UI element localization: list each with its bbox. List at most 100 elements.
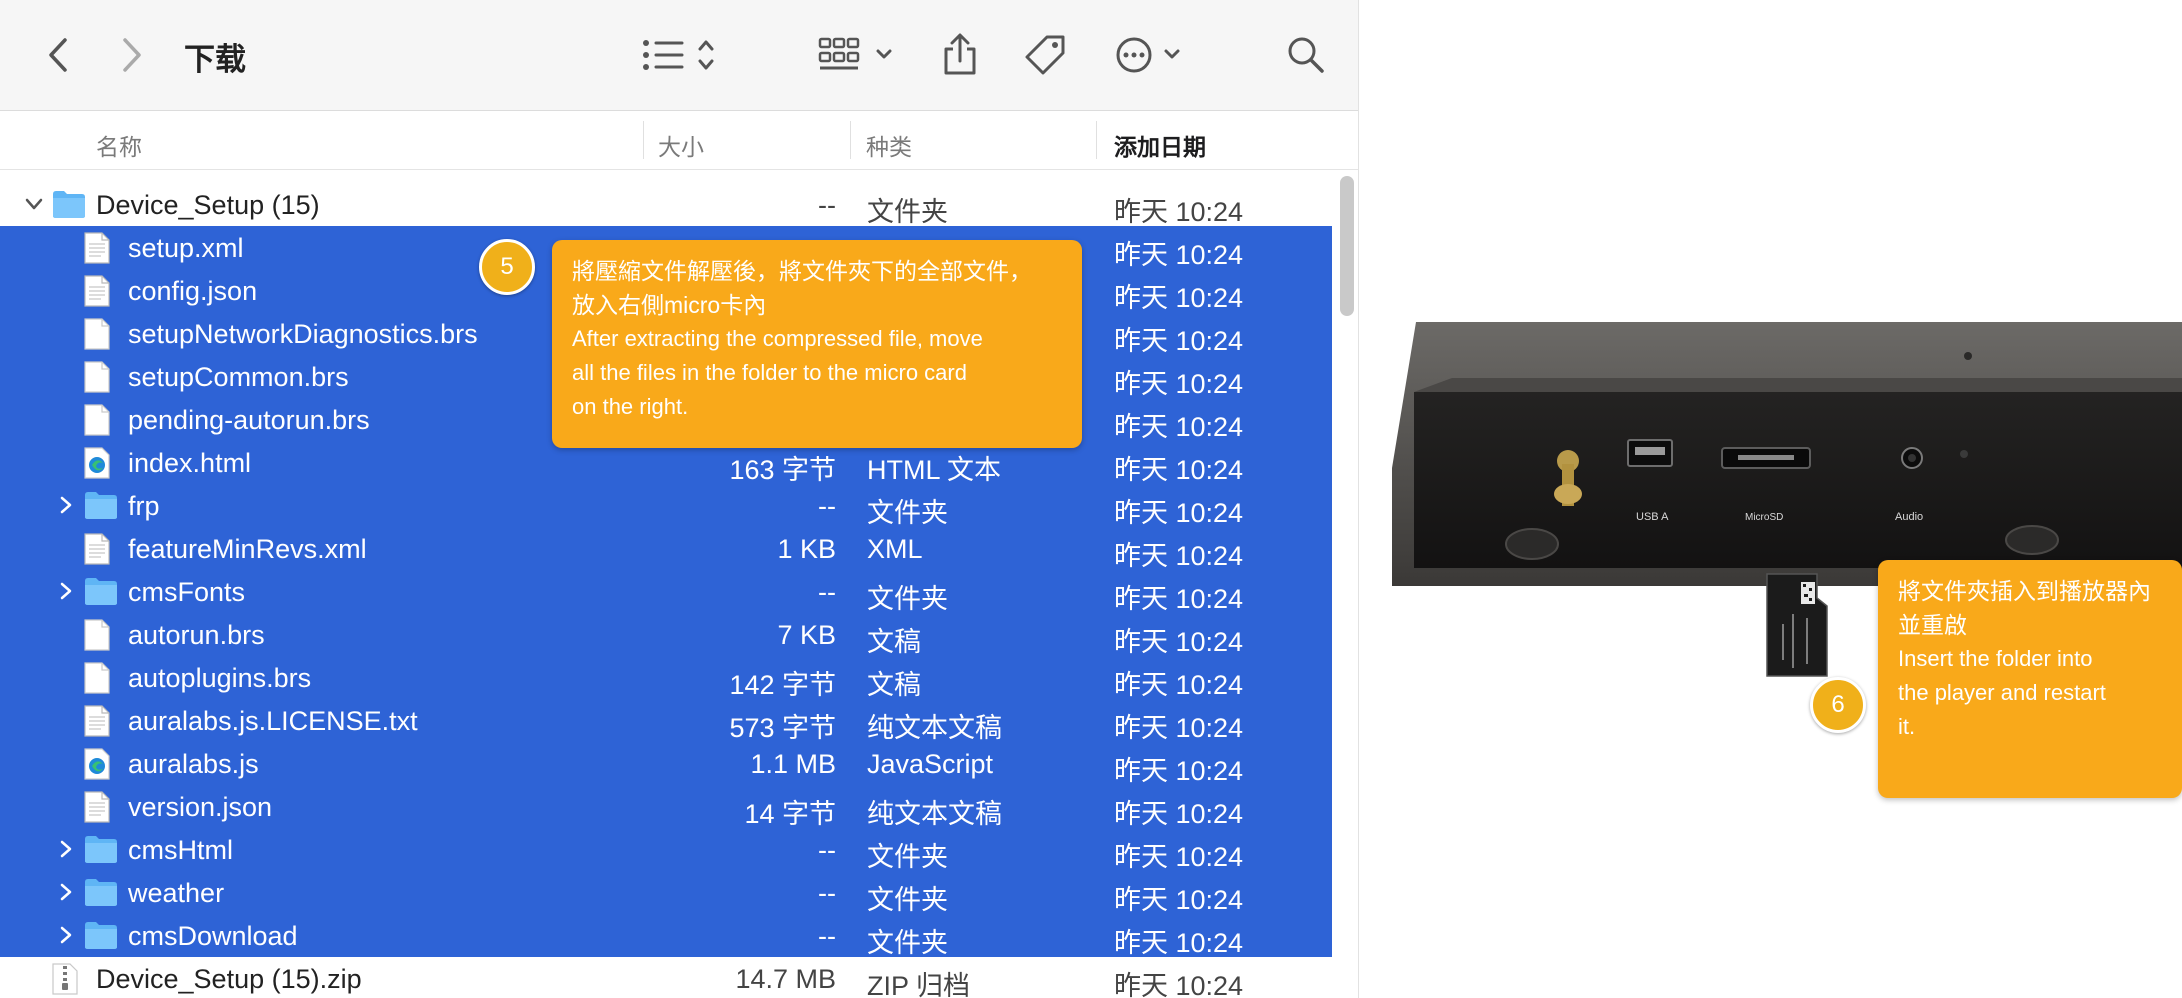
step-6-callout: 將文件夾插入到播放器內 並重啟 Insert the folder into t… [1878, 560, 2182, 798]
file-date-added: 昨天 10:24 [1114, 498, 1244, 528]
file-row[interactable]: frp -- 文件夹 昨天 10:24 [0, 484, 1332, 528]
column-divider[interactable] [1096, 121, 1097, 159]
file-kind: 纯文本文稿 [867, 713, 1002, 743]
file-kind: HTML 文本 [867, 455, 1001, 485]
file-date-added: 昨天 10:24 [1114, 541, 1244, 571]
file-kind: ZIP 归档 [867, 971, 971, 998]
disclosure-collapsed-icon[interactable] [56, 579, 76, 603]
chevron-left-icon[interactable] [38, 30, 78, 80]
file-row[interactable]: cmsFonts -- 文件夹 昨天 10:24 [0, 570, 1332, 614]
ellipsis-circle-icon[interactable] [1114, 30, 1190, 80]
file-row[interactable]: weather -- 文件夹 昨天 10:24 [0, 871, 1332, 915]
file-row[interactable]: Device_Setup (15) -- 文件夹 昨天 10:24 [0, 183, 1332, 227]
disclosure-collapsed-icon[interactable] [56, 493, 76, 517]
file-date-added: 昨天 10:24 [1114, 369, 1244, 399]
grid-group-icon[interactable] [818, 30, 900, 80]
file-size: -- [818, 921, 836, 951]
file-size: 142 字节 [729, 670, 836, 700]
column-divider[interactable] [643, 121, 644, 159]
file-row[interactable]: autorun.brs 7 KB 文稿 昨天 10:24 [0, 613, 1332, 658]
file-size: -- [818, 577, 836, 607]
step-5-callout: 將壓縮文件解壓後，將文件夾下的全部文件， 放入右側micro卡內 After e… [552, 240, 1082, 448]
file-kind: 文件夹 [867, 584, 948, 614]
callout-6-en-line2: the player and restart [1898, 680, 2106, 705]
column-header: 名称 大小 种类 添加日期 [0, 111, 1358, 170]
file-kind: 纯文本文稿 [867, 799, 1002, 829]
column-name[interactable]: 名称 [96, 128, 142, 162]
file-size: 14 字节 [744, 799, 836, 829]
file-kind: 文稿 [867, 627, 921, 657]
file-row[interactable]: auralabs.js 1.1 MB JavaScript 昨天 10:24 [0, 742, 1332, 787]
file-date-added: 昨天 10:24 [1114, 240, 1244, 270]
tag-icon[interactable] [1022, 30, 1068, 80]
chevron-right-icon[interactable] [112, 30, 152, 80]
file-row[interactable]: autoplugins.brs 142 字节 文稿 昨天 10:24 [0, 656, 1332, 701]
column-size[interactable]: 大小 [658, 128, 704, 162]
disclosure-collapsed-icon[interactable] [56, 880, 76, 904]
disclosure-collapsed-icon[interactable] [56, 837, 76, 861]
file-name: cmsDownload [128, 921, 298, 951]
microsd-card-image [1766, 573, 1828, 677]
blank-file-icon [84, 619, 110, 658]
file-name: config.json [128, 276, 258, 306]
file-size: -- [818, 835, 836, 865]
file-row[interactable]: featureMinRevs.xml 1 KB XML 昨天 10:24 [0, 527, 1332, 572]
document-icon [84, 791, 110, 830]
file-name: setupNetworkDiagnostics.brs [128, 319, 478, 349]
disclosure-expanded-icon[interactable] [24, 192, 44, 216]
window-title: 下载 [184, 42, 246, 77]
file-date-added: 昨天 10:24 [1114, 971, 1244, 998]
file-name: autoplugins.brs [128, 663, 312, 693]
zip-archive-icon [52, 963, 78, 998]
file-name: setup.xml [128, 233, 244, 263]
column-divider[interactable] [850, 121, 851, 159]
file-kind: JavaScript [867, 749, 994, 779]
folder-icon [84, 920, 118, 957]
toolbar: 下载 [0, 0, 1358, 111]
callout-6-zh-line2: 並重啟 [1898, 612, 1967, 638]
file-row[interactable]: cmsDownload -- 文件夹 昨天 10:24 [0, 914, 1332, 958]
finder-window: 下载 名称 大小 种类 添加日期 Device_Setup (15) -- 文件… [0, 0, 1359, 998]
column-date-added[interactable]: 添加日期 [1114, 128, 1206, 162]
callout-5-zh-line2: 放入右側micro卡內 [572, 292, 767, 318]
callout-5-en-line2: all the files in the folder to the micro… [572, 360, 967, 385]
document-icon [84, 705, 110, 744]
file-kind: 文件夹 [867, 498, 948, 528]
blank-file-icon [84, 361, 110, 400]
file-date-added: 昨天 10:24 [1114, 326, 1244, 356]
search-icon[interactable] [1284, 30, 1328, 80]
file-kind: 文件夹 [867, 928, 948, 958]
blank-file-icon [84, 662, 110, 701]
list-view-icon[interactable] [642, 30, 722, 80]
file-name: Device_Setup (15).zip [96, 964, 362, 994]
callout-5-zh-line1: 將壓縮文件解壓後，將文件夾下的全部文件， [572, 258, 1032, 284]
web-file-icon [84, 748, 110, 787]
file-row[interactable]: cmsHtml -- 文件夹 昨天 10:24 [0, 828, 1332, 872]
file-date-added: 昨天 10:24 [1114, 283, 1244, 313]
file-name: autorun.brs [128, 620, 265, 650]
file-date-added: 昨天 10:24 [1114, 627, 1244, 657]
column-kind[interactable]: 种类 [866, 128, 912, 162]
callout-6-en-line3: it. [1898, 714, 1916, 739]
file-name: cmsFonts [128, 577, 246, 607]
blank-file-icon [84, 318, 110, 357]
file-date-added: 昨天 10:24 [1114, 713, 1244, 743]
file-name: setupCommon.brs [128, 362, 349, 392]
blank-file-icon [84, 404, 110, 443]
web-file-icon [84, 447, 110, 486]
file-kind: XML [867, 534, 923, 564]
file-date-added: 昨天 10:24 [1114, 842, 1244, 872]
file-row[interactable]: Device_Setup (15).zip 14.7 MB ZIP 归档 昨天 10:… [0, 957, 1332, 998]
media-player-device: USB A MicroSD Audio [1392, 322, 2182, 586]
share-icon[interactable] [940, 30, 980, 80]
document-icon [84, 533, 110, 572]
document-icon [84, 232, 110, 271]
file-size: 573 字节 [729, 713, 836, 743]
file-row[interactable]: version.json 14 字节 纯文本文稿 昨天 10:24 [0, 785, 1332, 830]
folder-icon [52, 189, 86, 226]
scrollbar[interactable] [1340, 176, 1354, 316]
usb-port-label: USB A [1636, 511, 1669, 523]
folder-icon [84, 576, 118, 613]
disclosure-collapsed-icon[interactable] [56, 923, 76, 947]
file-row[interactable]: auralabs.js.LICENSE.txt 573 字节 纯文本文稿 昨天 10:… [0, 699, 1332, 744]
